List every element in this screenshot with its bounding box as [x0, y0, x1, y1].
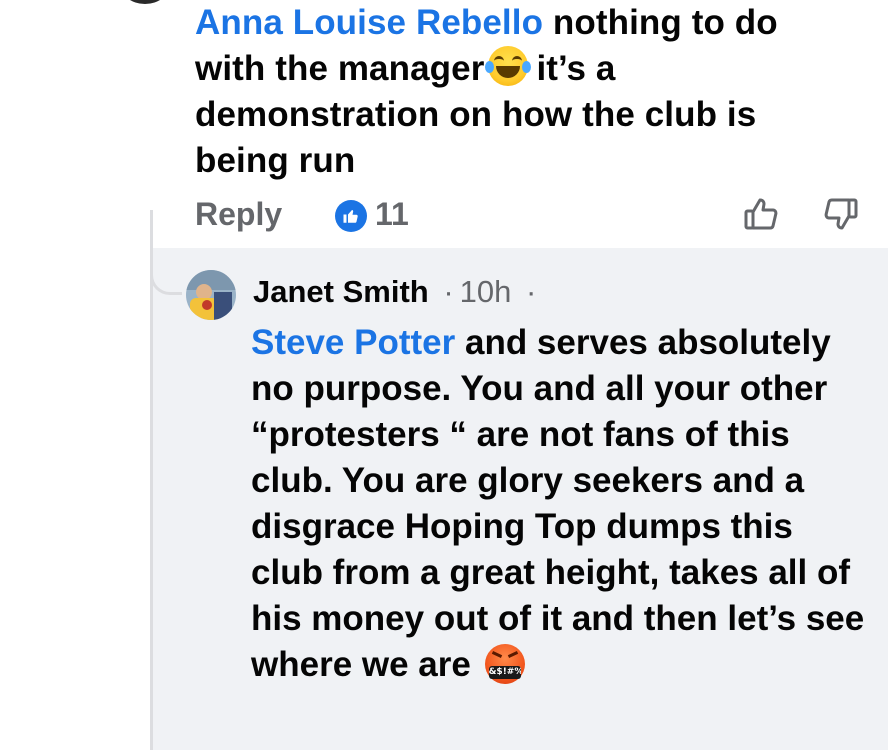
- comment-text: Anna Louise Rebello nothing to do with t…: [195, 0, 855, 184]
- reply-button[interactable]: Reply: [195, 196, 282, 233]
- mention-link[interactable]: Anna Louise Rebello: [195, 3, 543, 42]
- thumbs-up-icon[interactable]: [743, 196, 779, 232]
- thread-connector-curve: [150, 250, 182, 295]
- timestamp[interactable]: 10h: [460, 274, 512, 309]
- avatar-partial[interactable]: [120, 0, 170, 4]
- avatar[interactable]: [186, 270, 236, 320]
- like-reaction-icon[interactable]: [335, 200, 367, 232]
- comment-text: Steve Potter and serves absolutely no pu…: [251, 320, 871, 688]
- cursing-face-emoji-icon: &$!#%: [484, 644, 525, 684]
- comment-body-part: and serves absolutely no purpose. You an…: [251, 323, 865, 684]
- thumbs-down-icon[interactable]: [823, 196, 859, 232]
- mention-link[interactable]: Steve Potter: [251, 323, 455, 362]
- comment-actions: Reply 11: [195, 192, 858, 240]
- separator-dot: ·: [443, 274, 454, 309]
- separator-dot: ·: [526, 274, 537, 309]
- emoji-symbols-text: &$!#%: [488, 666, 521, 679]
- author-name[interactable]: Janet Smith: [253, 274, 429, 309]
- comment-meta: Janet Smith · 10h ·: [253, 272, 542, 312]
- thread-connector-line: [150, 250, 153, 750]
- like-count[interactable]: 11: [375, 196, 409, 233]
- laughing-emoji-icon: [485, 46, 532, 86]
